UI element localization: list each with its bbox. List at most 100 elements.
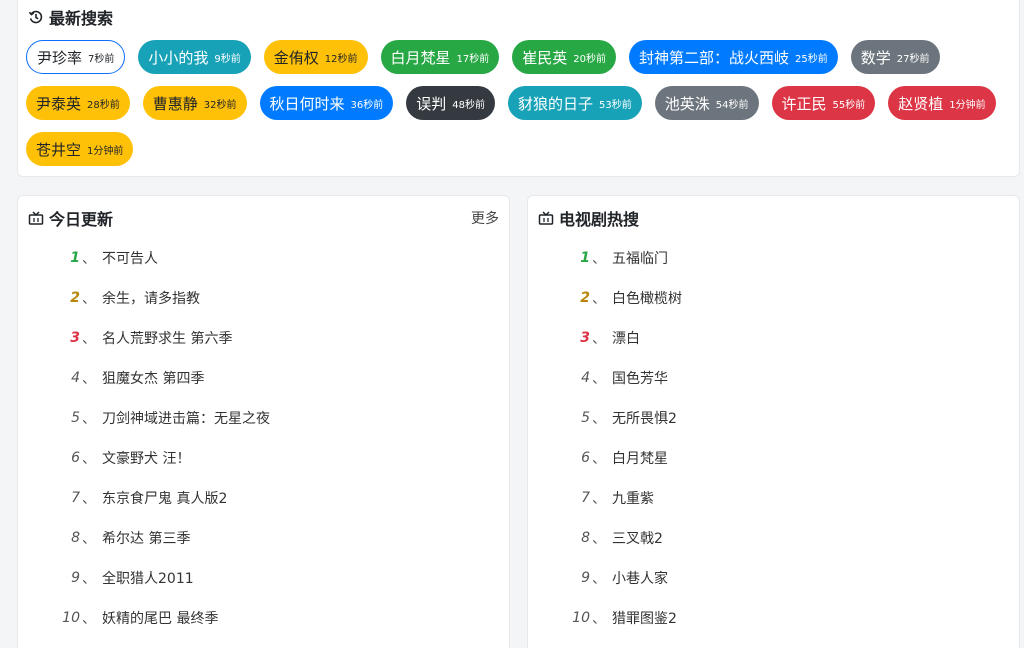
search-tag[interactable]: 池英洙 54秒前	[654, 86, 759, 120]
rank-separator: 、	[592, 491, 606, 507]
rank-separator: 、	[592, 411, 606, 427]
rank-title[interactable]: 文豪野犬 汪！	[102, 448, 190, 468]
rank-separator: 、	[82, 371, 96, 387]
list-item[interactable]: 9、全职猎人2011	[18, 558, 509, 598]
search-tag-time: 7秒前	[88, 53, 115, 65]
search-tag-name: 金侑权	[273, 48, 319, 67]
list-item[interactable]: 2、余生，请多指教	[18, 278, 509, 318]
rank-title[interactable]: 白色橄榄树	[612, 288, 682, 308]
search-tag[interactable]: 秋日何时来 36秒前	[259, 86, 394, 120]
list-item[interactable]: 3、漂白	[528, 318, 1019, 358]
rank-separator: 、	[82, 331, 96, 347]
rank-title[interactable]: 猎罪图鉴2	[612, 608, 677, 628]
rank-title[interactable]: 全职猎人2011	[102, 568, 194, 588]
search-tag-name: 池英洙	[664, 94, 710, 113]
search-tag[interactable]: 尹珍率 7秒前	[26, 40, 126, 74]
rank-title[interactable]: 白月梵星	[612, 448, 668, 468]
rank-title[interactable]: 名人荒野求生 第六季	[102, 328, 232, 348]
rank-number: 8	[581, 530, 590, 546]
list-item[interactable]: 1、五福临门	[528, 238, 1019, 278]
search-tag[interactable]: 苍井空 1分钟前	[26, 132, 134, 166]
list-item[interactable]: 6、文豪野犬 汪！	[18, 438, 509, 478]
search-tag[interactable]: 金侑权 12秒前	[263, 40, 368, 74]
rank-title[interactable]: 妖精的尾巴 最终季	[102, 608, 218, 628]
search-tag-name: 豺狼的日子	[518, 94, 594, 113]
search-tag[interactable]: 许正民 55秒前	[771, 86, 876, 120]
search-tag-time: 32秒前	[203, 99, 237, 111]
rank-separator: 、	[82, 411, 96, 427]
list-item[interactable]: 6、白月梵星	[528, 438, 1019, 478]
rank-title[interactable]: 不可告人	[102, 248, 158, 268]
list-item[interactable]: 5、无所畏惧2	[528, 398, 1019, 438]
rank-title[interactable]: 漂白	[612, 328, 640, 348]
list-item[interactable]: 8、希尔达 第三季	[18, 518, 509, 558]
search-tag-name: 尹泰英	[36, 94, 82, 113]
rank-number: 1	[70, 250, 80, 266]
search-tag-name: 曹惠静	[152, 94, 198, 113]
rank-separator: 、	[82, 611, 96, 627]
today-updates-header: 今日更新	[28, 207, 113, 229]
rank-title[interactable]: 希尔达 第三季	[102, 528, 190, 548]
search-tag-time: 55秒前	[832, 99, 866, 111]
search-tag-time: 48秒前	[452, 99, 485, 111]
rank-separator: 、	[82, 451, 96, 467]
search-tag-time: 36秒前	[350, 99, 384, 111]
search-tag-time: 20秒前	[573, 53, 607, 65]
list-item[interactable]: 2、白色橄榄树	[528, 278, 1019, 318]
search-tag-name: 许正民	[781, 94, 827, 113]
recent-search-card: 最新搜索 尹珍率 7秒前 小小的我 9秒前 金侑权 12秒前 白月梵星 17秒前 崔民英 20秒前…	[17, 0, 1020, 177]
search-tag-name: 误判	[416, 94, 447, 113]
list-item[interactable]: 8、三叉戟2	[528, 518, 1019, 558]
recent-search-title: 最新搜索	[49, 9, 114, 28]
list-item[interactable]: 7、东京食尸鬼 真人版2	[18, 478, 509, 518]
search-tag[interactable]: 误判 48秒前	[406, 86, 495, 120]
search-tag-name: 苍井空	[36, 140, 82, 159]
tv-icon	[28, 211, 44, 225]
more-link[interactable]: 更多	[471, 208, 499, 228]
search-tag[interactable]: 崔民英 20秒前	[512, 40, 617, 74]
list-item[interactable]: 10、猎罪图鉴2	[528, 598, 1019, 638]
today-updates-card: 今日更新 更多 1、不可告人 2、余生，请多指教 3、名人荒野求生 第六季 4、狙魔女…	[17, 195, 510, 648]
rank-title[interactable]: 余生，请多指教	[102, 288, 200, 308]
search-tag[interactable]: 豺狼的日子 53秒前	[508, 86, 642, 120]
search-tag[interactable]: 白月梵星 17秒前	[380, 40, 500, 74]
rank-number: 9	[71, 570, 80, 586]
rank-title[interactable]: 狙魔女杰 第四季	[102, 368, 204, 388]
search-tag[interactable]: 数学 27秒前	[850, 40, 940, 74]
search-tag-time: 9秒前	[214, 53, 241, 65]
list-item[interactable]: 4、国色芳华	[528, 358, 1019, 398]
search-tag-time: 54秒前	[715, 99, 749, 111]
search-tag[interactable]: 赵贤植 1分钟前	[888, 86, 996, 120]
rank-title[interactable]: 五福临门	[612, 248, 668, 268]
rank-title[interactable]: 东京食尸鬼 真人版2	[102, 488, 227, 508]
search-tag-name: 崔民英	[522, 48, 568, 67]
rank-number: 8	[71, 530, 80, 546]
list-item[interactable]: 3、名人荒野求生 第六季	[18, 318, 509, 358]
list-item[interactable]: 9、小巷人家	[528, 558, 1019, 598]
list-item[interactable]: 7、九重紫	[528, 478, 1019, 518]
list-item[interactable]: 4、狙魔女杰 第四季	[18, 358, 509, 398]
rank-title[interactable]: 刀剑神域进击篇：无星之夜	[102, 408, 270, 428]
rank-title[interactable]: 小巷人家	[612, 568, 668, 588]
search-tag[interactable]: 小小的我 9秒前	[138, 40, 251, 74]
search-tag[interactable]: 曹惠静 32秒前	[142, 86, 247, 120]
rank-number: 5	[71, 410, 80, 426]
rank-number: 5	[581, 410, 590, 426]
list-item[interactable]: 10、妖精的尾巴 最终季	[18, 598, 509, 638]
search-tag[interactable]: 尹泰英 28秒前	[26, 86, 130, 120]
rank-number: 7	[581, 490, 590, 506]
rank-title[interactable]: 国色芳华	[612, 368, 668, 388]
search-tag-name: 小小的我	[148, 48, 209, 67]
rank-separator: 、	[592, 371, 606, 387]
search-tag[interactable]: 封神第二部：战火西岐 25秒前	[629, 40, 838, 74]
rank-number: 10	[62, 610, 80, 626]
search-tag-time: 27秒前	[896, 53, 930, 65]
rank-title[interactable]: 无所畏惧2	[612, 408, 677, 428]
list-item[interactable]: 1、不可告人	[18, 238, 509, 278]
rank-title[interactable]: 九重紫	[612, 488, 654, 508]
search-tag-name: 封神第二部：战火西岐	[639, 48, 790, 67]
rank-title[interactable]: 三叉戟2	[612, 528, 663, 548]
rank-separator: 、	[592, 331, 606, 347]
rank-number: 4	[581, 370, 590, 386]
list-item[interactable]: 5、刀剑神域进击篇：无星之夜	[18, 398, 509, 438]
